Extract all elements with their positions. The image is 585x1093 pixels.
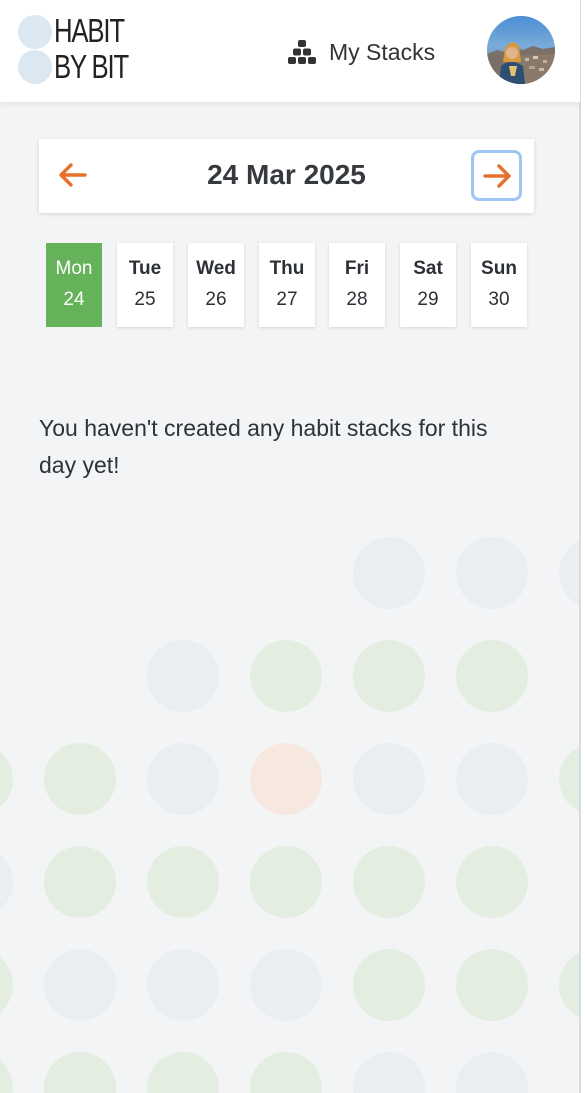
day-name: Mon bbox=[55, 258, 93, 279]
day-name: Wed bbox=[196, 258, 236, 279]
logo-dot-icon bbox=[18, 50, 52, 84]
day-sat[interactable]: Sat 29 bbox=[400, 243, 456, 327]
avatar-photo bbox=[487, 16, 555, 84]
day-name: Thu bbox=[269, 258, 305, 279]
day-wed[interactable]: Wed 26 bbox=[188, 243, 244, 327]
date-navigator: 24 Mar 2025 bbox=[39, 139, 534, 213]
app-page: HABIT BY BIT My Stacks 24 Mar 2025 Mon 2… bbox=[0, 0, 580, 1093]
current-date-title: 24 Mar 2025 bbox=[207, 159, 366, 190]
day-thu[interactable]: Thu 27 bbox=[259, 243, 315, 327]
day-name: Sun bbox=[481, 258, 517, 279]
day-number: 29 bbox=[417, 289, 439, 310]
day-tue[interactable]: Tue 25 bbox=[117, 243, 173, 327]
stacks-icon bbox=[288, 40, 316, 64]
app-logo[interactable]: HABIT BY BIT bbox=[18, 14, 148, 86]
day-name: Tue bbox=[128, 258, 162, 279]
next-week-button[interactable] bbox=[471, 150, 522, 201]
day-number: 27 bbox=[276, 289, 298, 310]
day-name: Fri bbox=[344, 258, 370, 279]
top-nav-bar: HABIT BY BIT My Stacks bbox=[0, 0, 580, 102]
logo-dot-icon bbox=[18, 15, 52, 49]
day-fri[interactable]: Fri 28 bbox=[329, 243, 385, 327]
day-sun[interactable]: Sun 30 bbox=[471, 243, 527, 327]
user-avatar[interactable] bbox=[487, 16, 555, 84]
window-edge bbox=[579, 0, 585, 1093]
day-number: 24 bbox=[63, 289, 85, 310]
my-stacks-label: My Stacks bbox=[329, 38, 436, 65]
logo-line-1: HABIT bbox=[54, 12, 125, 49]
empty-state-message: You haven't created any habit stacks for… bbox=[39, 415, 488, 478]
my-stacks-link[interactable]: My Stacks bbox=[288, 36, 435, 68]
day-number: 28 bbox=[346, 289, 368, 310]
day-mon[interactable]: Mon 24 bbox=[46, 243, 102, 327]
day-number: 25 bbox=[134, 289, 156, 310]
arrow-right-icon bbox=[482, 163, 511, 188]
logo-line-2: BY BIT bbox=[54, 48, 129, 85]
week-day-selector: Mon 24 Tue 25 Wed 26 Thu 27 Fri 28 Sat 2… bbox=[46, 243, 528, 328]
day-number: 30 bbox=[488, 289, 510, 310]
day-number: 26 bbox=[205, 289, 227, 310]
day-name: Sat bbox=[413, 258, 443, 279]
